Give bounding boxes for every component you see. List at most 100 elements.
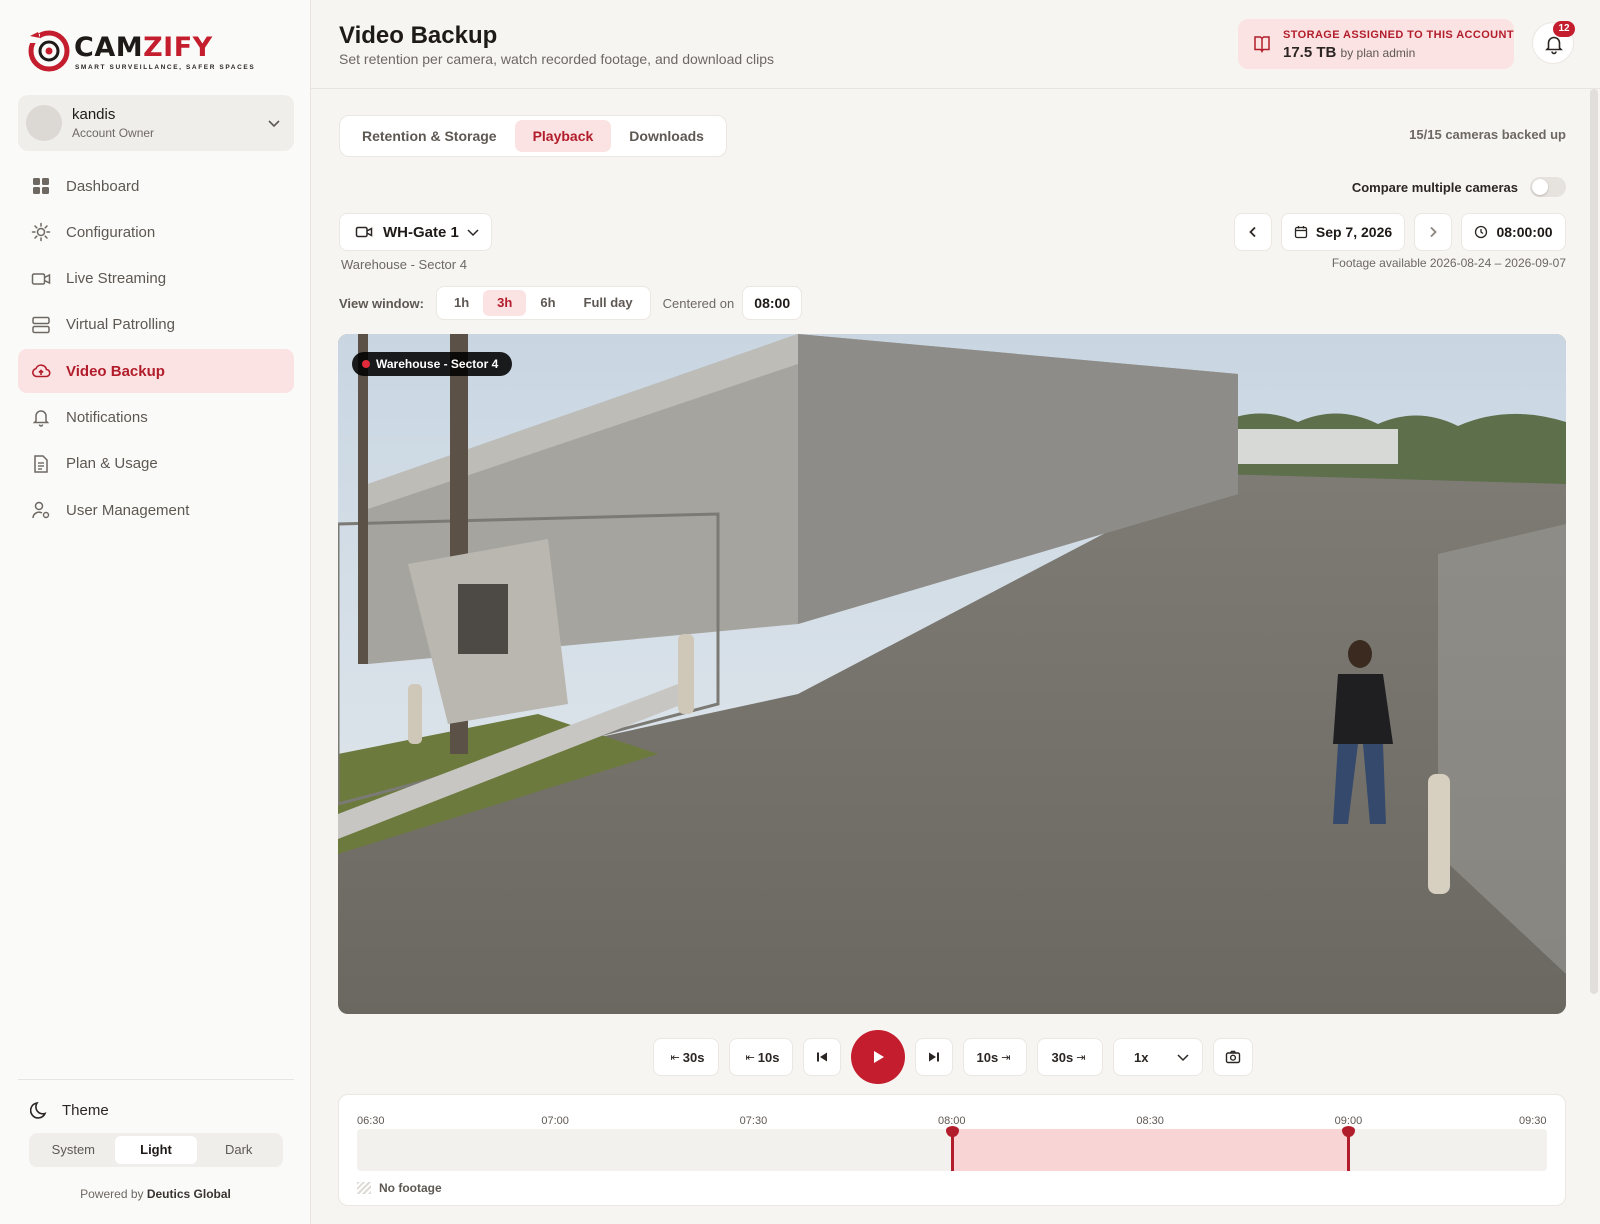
theme-option-dark[interactable]: Dark <box>197 1136 280 1164</box>
powered-by-company: Deutics Global <box>146 1187 231 1201</box>
skip-forward-icon: ⇥ <box>1076 1051 1086 1064</box>
sidebar-item-label: Configuration <box>66 223 156 241</box>
video-player[interactable]: Warehouse - Sector 4 <box>338 334 1566 1014</box>
brand-name-b: ZIFY <box>143 32 213 63</box>
sidebar-item-label: Video Backup <box>66 362 165 380</box>
sidebar-item-plan-usage[interactable]: Plan & Usage <box>18 442 294 486</box>
time-picker[interactable]: 08:00:00 <box>1461 213 1566 251</box>
skip-previous-icon <box>817 1052 827 1062</box>
footage-availability: Footage available 2026-08-24 – 2026-09-0… <box>1331 256 1566 270</box>
chevron-down-icon <box>1177 1054 1189 1062</box>
cameras-backed-up-status: 15/15 cameras backed up <box>1409 127 1566 142</box>
theme-switcher: System Light Dark <box>29 1133 283 1167</box>
sidebar-item-label: Notifications <box>66 408 148 426</box>
view-window-selector: 1h 3h 6h Full day <box>436 286 651 320</box>
compare-label: Compare multiple cameras <box>1351 179 1518 195</box>
calendar-icon <box>1294 226 1308 239</box>
clock-icon <box>1475 225 1488 239</box>
skip-forward-10s-button[interactable]: 10s ⇥ <box>963 1038 1027 1076</box>
brand-name: CAMZIFY <box>74 32 213 63</box>
timeline-tick-label: 07:00 <box>541 1115 569 1127</box>
camera-overlay-text: Warehouse - Sector 4 <box>376 357 499 371</box>
camera-name: WH-Gate 1 <box>383 223 459 241</box>
skip-back-10s-button[interactable]: ⇤ 10s <box>729 1038 793 1076</box>
view-window-label: View window: <box>339 295 424 311</box>
account-switcher[interactable]: kandis Account Owner <box>18 95 294 151</box>
play-button[interactable] <box>851 1030 905 1084</box>
camera-location: Warehouse - Sector 4 <box>341 257 467 272</box>
notification-count-badge: 12 <box>1553 21 1575 37</box>
playback-speed-value: 1x <box>1134 1049 1149 1065</box>
view-window-1h[interactable]: 1h <box>440 290 483 316</box>
tab-downloads[interactable]: Downloads <box>611 120 722 152</box>
video-camera-icon <box>31 272 51 285</box>
account-name: kandis <box>72 106 116 123</box>
camzify-logo[interactable]: CAMZIFY SMART SURVEILLANCE, SAFER SPACES <box>26 26 254 74</box>
date-picker[interactable]: Sep 7, 2026 <box>1281 213 1405 251</box>
view-window-full-day[interactable]: Full day <box>570 290 647 316</box>
tab-playback[interactable]: Playback <box>514 120 612 152</box>
page-title: Video Backup <box>339 22 498 49</box>
footage-segment[interactable] <box>952 1129 1349 1171</box>
cloud-upload-icon <box>32 364 51 378</box>
sidebar-item-live-streaming[interactable]: Live Streaming <box>18 257 294 301</box>
skip-back-icon: ⇤ <box>745 1051 755 1064</box>
sidebar-item-configuration[interactable]: Configuration <box>18 210 294 254</box>
sidebar-divider <box>18 1079 294 1080</box>
gear-icon <box>31 223 51 242</box>
no-footage-swatch <box>357 1182 371 1194</box>
page-subtitle: Set retention per camera, watch recorded… <box>339 51 775 67</box>
footage-start-marker[interactable] <box>945 1126 959 1171</box>
recording-dot <box>362 360 370 368</box>
tab-retention-storage[interactable]: Retention & Storage <box>344 120 515 152</box>
book-icon <box>1254 36 1270 53</box>
account-role: Account Owner <box>72 126 155 140</box>
storage-value: 17.5 TB by plan admin <box>1283 44 1415 61</box>
selected-date: Sep 7, 2026 <box>1315 224 1393 240</box>
timeline-legend: No footage <box>357 1181 442 1195</box>
security-camera-frame <box>338 334 1566 1014</box>
skip-forward-10s-label: 10s <box>976 1049 999 1065</box>
centered-on-input[interactable]: 08:00 <box>742 286 803 320</box>
skip-forward-30s-button[interactable]: 30s ⇥ <box>1037 1038 1103 1076</box>
sidebar-nav: Dashboard Configuration Live Streaming V… <box>18 164 294 534</box>
footage-end-marker[interactable] <box>1342 1126 1356 1171</box>
powered-by-prefix: Powered by <box>80 1187 144 1201</box>
next-clip-button[interactable] <box>915 1038 953 1076</box>
sidebar-item-notifications[interactable]: Notifications <box>18 395 294 439</box>
camera-select[interactable]: WH-Gate 1 <box>339 213 492 251</box>
sidebar-item-video-backup[interactable]: Video Backup <box>18 349 294 394</box>
skip-forward-30s-label: 30s <box>1051 1049 1074 1065</box>
play-icon <box>874 1051 884 1063</box>
theme-heading: Theme <box>30 1100 109 1120</box>
brand-name-a: CAM <box>74 32 144 63</box>
sidebar-item-dashboard[interactable]: Dashboard <box>18 164 294 208</box>
theme-option-system[interactable]: System <box>32 1136 115 1164</box>
playback-speed-select[interactable]: 1x <box>1113 1038 1203 1076</box>
sidebar: CAMZIFY SMART SURVEILLANCE, SAFER SPACES… <box>0 0 311 1224</box>
storage-card: STORAGE ASSIGNED TO THIS ACCOUNT 17.5 TB… <box>1238 19 1514 69</box>
next-day-button[interactable] <box>1414 213 1452 251</box>
skip-next-icon <box>929 1052 939 1062</box>
sidebar-item-label: Dashboard <box>66 177 140 195</box>
brand-tagline: SMART SURVEILLANCE, SAFER SPACES <box>75 64 256 71</box>
previous-day-button[interactable] <box>1234 213 1272 251</box>
main-scrollbar[interactable] <box>1590 89 1598 994</box>
view-window-3h[interactable]: 3h <box>483 290 527 316</box>
skip-back-30s-button[interactable]: ⇤ 30s <box>653 1038 719 1076</box>
theme-option-light[interactable]: Light <box>114 1136 198 1164</box>
camera-icon <box>1225 1050 1241 1064</box>
previous-clip-button[interactable] <box>803 1038 841 1076</box>
chevron-down-icon <box>467 229 479 237</box>
compare-cameras-toggle[interactable] <box>1530 177 1566 197</box>
chevron-down-icon <box>268 120 280 128</box>
sidebar-item-user-management[interactable]: User Management <box>18 488 294 532</box>
sidebar-item-virtual-patrolling[interactable]: Virtual Patrolling <box>18 303 294 347</box>
snapshot-button[interactable] <box>1213 1038 1253 1076</box>
bell-icon <box>32 410 50 428</box>
video-camera-icon <box>355 226 373 238</box>
playback-controls: ⇤ 30s ⇤ 10s 10s ⇥ 30s ⇥ 1x <box>653 1030 1263 1084</box>
storage-suffix: by plan admin <box>1340 46 1416 60</box>
view-window-6h[interactable]: 6h <box>526 290 569 316</box>
notifications-button[interactable]: 12 <box>1532 21 1575 64</box>
